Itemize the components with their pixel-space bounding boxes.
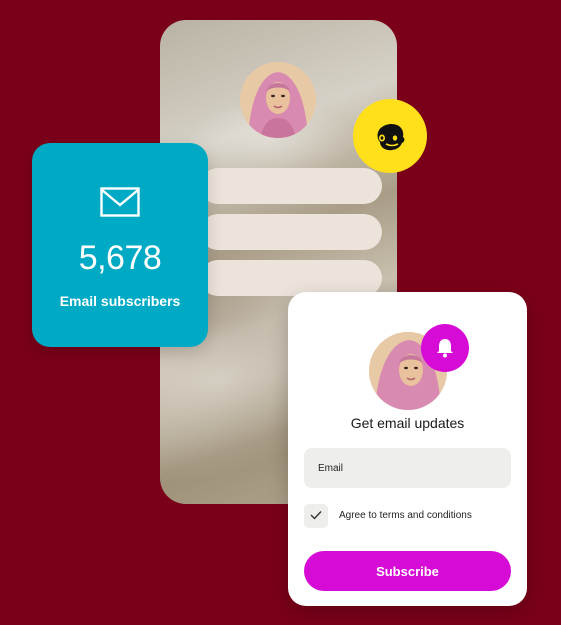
mailchimp-icon — [353, 99, 427, 173]
signup-title: Get email updates — [350, 415, 465, 431]
terms-checkbox[interactable] — [304, 504, 328, 528]
terms-label: Agree to terms and conditions — [339, 510, 472, 521]
link-button-2[interactable] — [200, 214, 382, 250]
subscribe-button[interactable]: Subscribe — [304, 551, 511, 591]
bell-icon — [421, 324, 469, 372]
subscriber-label: Email subscribers — [59, 293, 181, 309]
subscribers-stat-card: 5,678 Email subscribers — [32, 143, 208, 347]
link-button-3[interactable] — [200, 260, 382, 296]
envelope-icon — [100, 187, 140, 222]
subscriber-count: 5,678 — [78, 239, 162, 277]
link-button-1[interactable] — [200, 168, 382, 204]
profile-avatar — [240, 62, 316, 138]
email-signup-card: Get email updates Email Agree to terms a… — [288, 292, 527, 606]
check-icon — [310, 507, 322, 525]
email-field[interactable]: Email — [304, 448, 511, 488]
